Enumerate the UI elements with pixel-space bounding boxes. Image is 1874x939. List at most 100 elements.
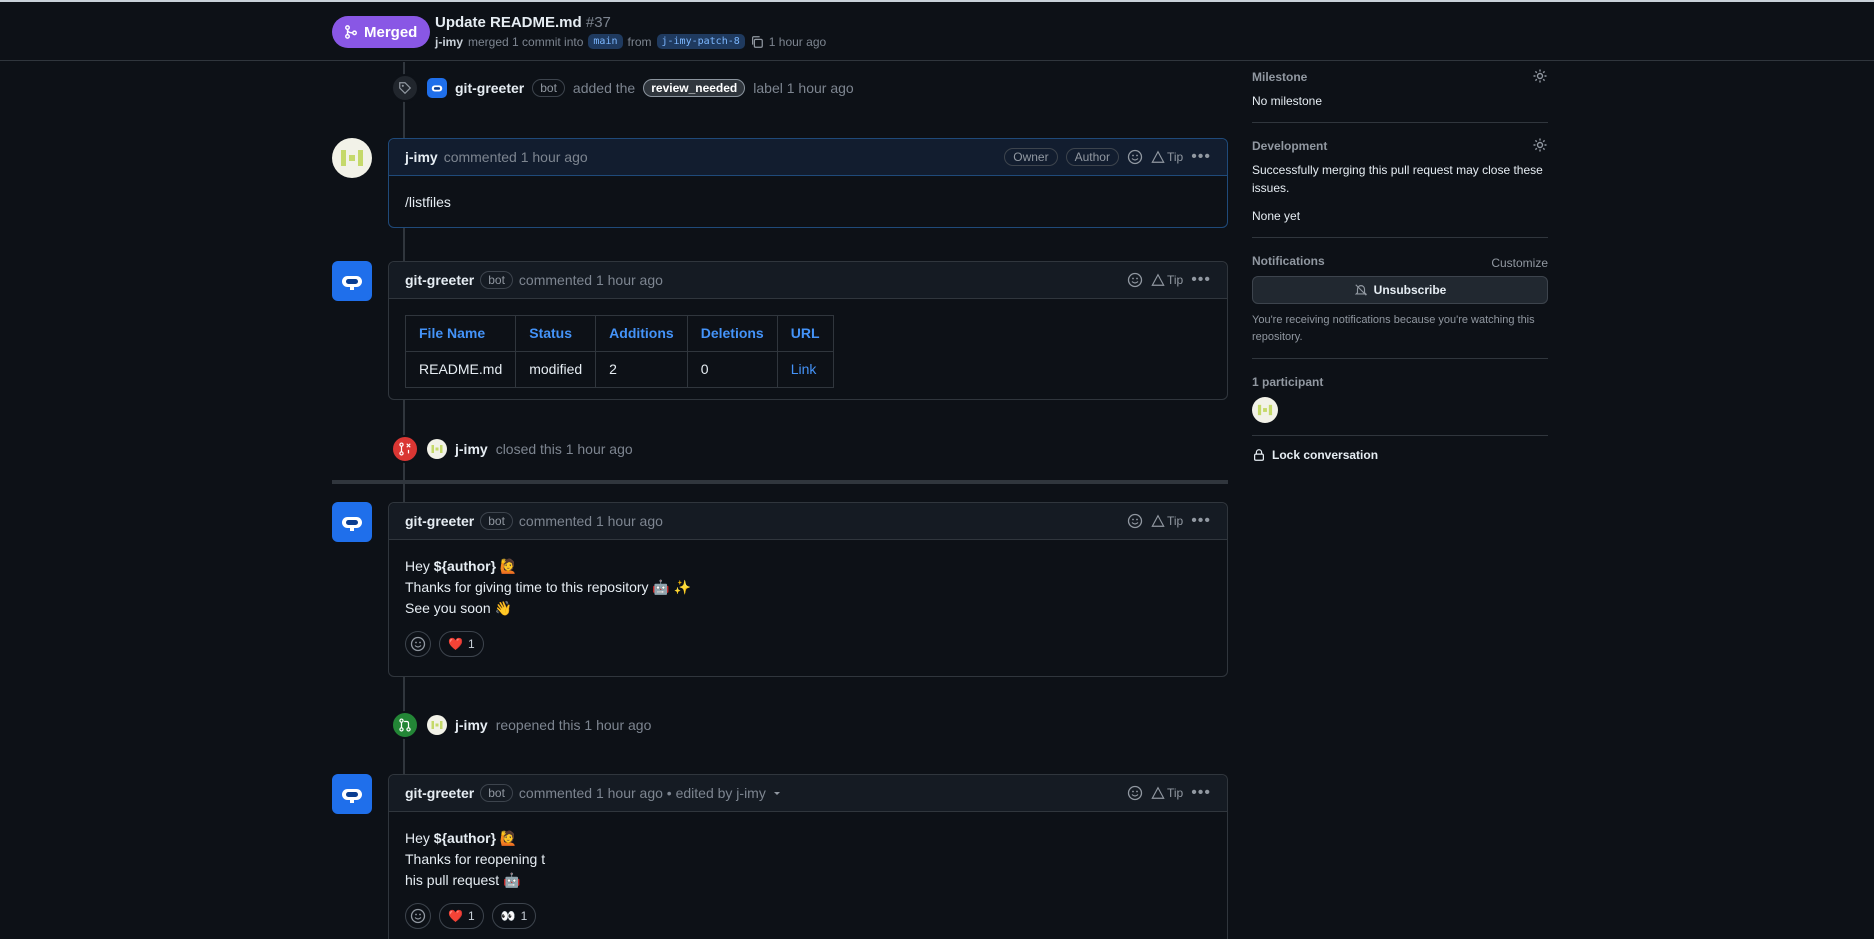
table-cell: README.md [404,351,517,388]
heart-icon: ❤️ [448,908,463,923]
participant-avatar[interactable] [1252,397,1278,423]
table-cell: modified [515,351,597,388]
comment-meta[interactable]: commented 1 hour ago [519,513,663,529]
tip-button[interactable]: Tip [1151,273,1183,287]
comment-line: Hey ${author} 🙋 [405,828,1211,849]
reaction-count: 1 [467,908,475,923]
comment-author[interactable]: git-greeter [405,513,474,529]
bot-badge: bot [480,512,513,530]
table-header: File Name [404,315,517,352]
development-title[interactable]: Development [1252,139,1548,153]
comment-author[interactable]: j-imy [405,149,438,165]
milestone-title[interactable]: Milestone [1252,70,1548,84]
caret-down-icon[interactable] [772,788,782,798]
merge-author[interactable]: j-imy [435,35,463,49]
heart-icon: ❤️ [448,636,463,651]
participants-title: 1 participant [1252,375,1324,389]
tip-label: Tip [1166,514,1184,528]
lock-icon [1254,449,1264,461]
warning-icon [1151,150,1165,163]
user-avatar[interactable] [332,138,372,178]
pr-title[interactable]: Update README.md #37 [435,14,611,31]
smiley-icon[interactable] [1127,149,1143,165]
add-reaction-button[interactable] [405,631,431,657]
table-cell: 0 [686,351,778,388]
bot-avatar[interactable] [332,261,372,301]
add-reaction-button[interactable] [405,903,431,929]
comment-box: git-greeter bot commented 1 hour ago Tip… [388,502,1228,677]
base-branch[interactable]: main [588,34,623,49]
bot-icon [342,789,362,803]
kebab-menu-icon[interactable]: ••• [1191,148,1211,166]
label-review-needed[interactable]: review_needed [643,79,746,97]
copy-icon[interactable] [750,35,764,49]
status-label: Merged [364,23,418,41]
line-bold: ${author} [433,558,497,574]
eyes-reaction-button[interactable]: 👀 1 [491,903,537,929]
comment-meta[interactable]: commented 1 hour ago [444,149,588,165]
smiley-icon[interactable] [1127,272,1143,288]
file-table: File Name Status Additions Deletions URL… [404,315,834,388]
comment-author[interactable]: git-greeter [405,272,474,288]
reaction-count: 1 [520,908,528,923]
label-added-event: git-greeter bot added the review_needed … [391,74,854,102]
smiley-icon[interactable] [1127,513,1143,529]
timeline-line [403,228,405,262]
kebab-menu-icon[interactable]: ••• [1191,512,1211,530]
table-header: Additions [595,315,688,352]
bot-avatar[interactable] [332,502,372,542]
tip-label: Tip [1166,786,1184,800]
lock-conversation-button[interactable]: Lock conversation [1252,436,1548,462]
merge-time: 1 hour ago [768,34,827,49]
line-text: Thanks for reopening t [405,851,546,867]
bot-avatar[interactable] [332,774,372,814]
user-avatar-icon[interactable] [427,439,447,459]
timeline-line [403,484,405,502]
customize-link[interactable]: Customize [1491,256,1548,270]
comment-body: /listfiles [389,176,1227,229]
pr-sticky-header: Merged Update README.md #37 j-imy merged… [0,2,1874,61]
line-text: Hey [405,830,434,846]
kebab-menu-icon[interactable]: ••• [1191,271,1211,289]
comment-author[interactable]: git-greeter [405,785,474,801]
comment-box: git-greeter bot commented 1 hour ago • e… [388,774,1228,939]
tip-button[interactable]: Tip [1151,150,1183,164]
line-text: Thanks for giving time to this repositor… [405,579,692,595]
comment-meta[interactable]: commented 1 hour ago [519,272,663,288]
unsubscribe-button[interactable]: Unsubscribe [1252,276,1548,304]
kebab-menu-icon[interactable]: ••• [1191,784,1211,802]
table-header-row: File Name Status Additions Deletions URL [404,315,834,352]
comment-line: Hey ${author} 🙋 [405,556,1211,577]
table-header: URL [776,315,834,352]
gear-icon[interactable] [1532,68,1548,84]
table-cell: Link [776,351,834,388]
event-text: closed this 1 hour ago [495,441,633,457]
eyes-icon: 👀 [500,908,516,923]
table-cell: 2 [595,351,688,388]
unsubscribe-label: Unsubscribe [1373,283,1447,297]
tip-button[interactable]: Tip [1151,786,1183,800]
smiley-icon [410,908,426,924]
event-user[interactable]: git-greeter [455,80,524,96]
heart-reaction-button[interactable]: ❤️ 1 [439,903,484,929]
bot-avatar-icon[interactable] [427,78,447,98]
warning-icon [1151,786,1165,799]
comment-meta[interactable]: commented 1 hour ago • edited by j-imy [519,785,766,801]
file-link[interactable]: Link [791,361,817,377]
head-branch[interactable]: j-imy-patch-8 [656,34,745,49]
smiley-icon[interactable] [1127,785,1143,801]
sidebar: Milestone No milestone Development Succe… [1252,62,1548,462]
tip-button[interactable]: Tip [1151,514,1183,528]
reactions-bar: ❤️ 1 [405,631,1211,657]
event-user[interactable]: j-imy [455,441,488,457]
reaction-count: 1 [467,636,475,651]
comment-text: /listfiles [405,194,451,210]
event-user[interactable]: j-imy [455,717,488,733]
gear-icon[interactable] [1532,137,1548,153]
milestone-section: Milestone No milestone [1252,62,1548,123]
heart-reaction-button[interactable]: ❤️ 1 [439,631,484,657]
user-avatar-icon[interactable] [427,715,447,735]
pr-reopened-icon [391,711,419,739]
comment-line: his pull request 🤖 [405,870,1211,891]
smiley-icon [410,636,426,652]
